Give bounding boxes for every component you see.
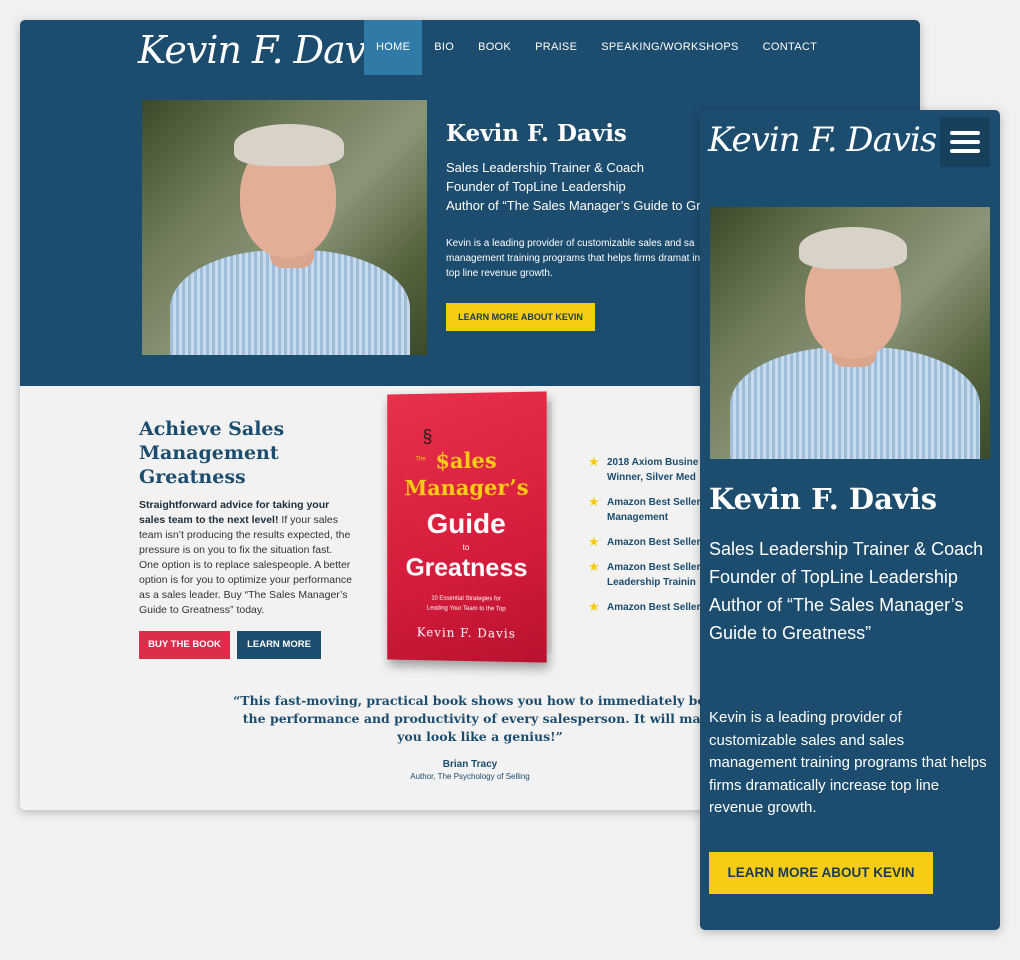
nav-home[interactable]: HOME	[364, 20, 423, 75]
book-cover-tagline-1: 10 Essential Strategies for	[431, 595, 502, 603]
award-line-1: Amazon Best Seller	[607, 537, 701, 548]
book-cover-author: Kevin F. Davis	[416, 625, 516, 641]
hero-name: Kevin F. Davis	[446, 120, 627, 147]
book-cover-tagline-2: Leading Your Team to the Top	[426, 605, 506, 613]
testimonial-author: Brian Tracy	[442, 759, 498, 770]
testimonial-quote: “This fast-moving, practical book shows …	[233, 693, 727, 744]
learn-more-about-kevin-button[interactable]: LEARN MORE ABOUT KEVIN	[709, 852, 933, 894]
portrait-photo	[142, 100, 427, 355]
book-section-body: Straightforward advice for taking your s…	[139, 498, 354, 618]
nav-bio[interactable]: BIO	[422, 20, 466, 75]
book-cover-sales: $ales	[435, 447, 497, 474]
book-cover-image[interactable]: § The $ales Manager’s Guide to Greatness…	[386, 391, 552, 663]
star-icon: ★	[588, 534, 600, 549]
site-logo[interactable]: Kevin F. Davis	[138, 24, 396, 76]
award-line-1: Amazon Best Seller	[607, 497, 701, 508]
testimonial-author-role: Author, The Psychology of Selling	[410, 772, 530, 781]
hero-subtitle-3: Author of “The Sales Manager’s Guide to …	[709, 595, 964, 643]
book-section-heading: Achieve Sales Management Greatness	[139, 418, 285, 488]
nav-praise[interactable]: PRAISE	[523, 20, 589, 75]
award-line-2: Leadership Trainin	[607, 577, 696, 588]
hero-subtitle-1: Sales Leadership Trainer & Coach	[709, 539, 984, 559]
star-icon: ★	[588, 494, 600, 509]
buy-the-book-button[interactable]: BUY THE BOOK	[139, 631, 230, 659]
book-section-text: If your sales team isn’t producing the r…	[139, 514, 353, 616]
star-icon: ★	[588, 599, 600, 614]
award-line-1: Amazon Best Seller	[607, 562, 701, 573]
hero-subtitle-2: Founder of TopLine Leadership	[446, 179, 626, 194]
hero-intro: Kevin is a leading provider of customiza…	[709, 709, 987, 816]
nav-book[interactable]: BOOK	[466, 20, 523, 75]
award-line-2: Winner, Silver Med	[607, 472, 696, 483]
swirl-icon: §	[422, 426, 433, 447]
hero-subtitle-2: Founder of TopLine Leadership	[709, 567, 958, 587]
hero-subtitle-1: Sales Leadership Trainer & Coach	[446, 160, 645, 175]
book-cover-guide: Guide	[426, 507, 506, 540]
mobile-screenshot: Kevin F. Davis Kevin F. Davis Sales Lead…	[700, 110, 1000, 930]
book-cover-to: to	[462, 542, 470, 553]
learn-more-about-kevin-button[interactable]: LEARN MORE ABOUT KEVIN	[446, 303, 595, 331]
star-icon: ★	[588, 454, 600, 469]
award-line-1: 2018 Axiom Busine	[607, 457, 699, 468]
book-cover-managers: Manager’s	[404, 474, 529, 501]
main-nav: HOME BIO BOOK PRAISE SPEAKING/WORKSHOPS …	[364, 20, 829, 75]
book-cover-greatness: Greatness	[405, 553, 528, 583]
nav-speaking-workshops[interactable]: SPEAKING/WORKSHOPS	[589, 20, 750, 75]
hero-subtitles: Sales Leadership Trainer & Coach Founder…	[709, 535, 994, 647]
star-icon: ★	[588, 559, 600, 574]
award-line-1: Amazon Best Seller	[607, 602, 701, 613]
award-line-2: Management	[607, 512, 669, 523]
portrait-photo	[710, 207, 990, 459]
hamburger-menu-icon[interactable]	[940, 117, 990, 167]
learn-more-button[interactable]: LEARN MORE	[237, 631, 321, 659]
nav-contact[interactable]: CONTACT	[751, 20, 829, 75]
hero-name: Kevin F. Davis	[709, 482, 938, 516]
site-logo[interactable]: Kevin F. Davis	[708, 114, 937, 166]
hero-subtitle-3: Author of “The Sales Manager’s Guide to …	[446, 198, 708, 213]
